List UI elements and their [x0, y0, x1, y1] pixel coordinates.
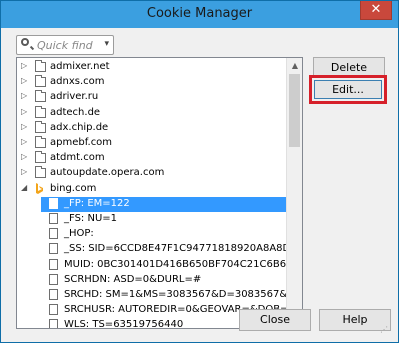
cookie-icon: [49, 319, 58, 328]
folder-icon: [35, 60, 46, 72]
cookie-label: MUID: 0BC301401D416B650BF704C21C6B67F: [64, 258, 299, 270]
chevron-down-icon[interactable]: ▾: [104, 39, 109, 49]
cookie-label: SCRHDN: ASD=0&DURL=#: [64, 273, 202, 285]
cookie-item[interactable]: _SS: SID=6CCD8E47F1C94771818920A8A8D5DB3…: [17, 242, 302, 257]
window-title: Cookie Manager: [146, 6, 253, 21]
cookie-item[interactable]: MUID: 0BC301401D416B650BF704C21C6B67F: [17, 258, 298, 273]
cookie-item[interactable]: _FP: EM=122: [41, 196, 289, 212]
domain-label: admixer.net: [50, 61, 110, 72]
title-bar: Cookie Manager ✕: [1, 1, 398, 28]
cookie-tree[interactable]: ▷ admixer.net ▷ adnxs.com ▷ adriver.ru ▷ adtech…: [16, 57, 303, 329]
cookie-label: SRCHD: SM=1&MS=3083567&D=3083567&AF=NOFO…: [64, 289, 302, 300]
domain-item[interactable]: ▷ apmebf.com: [17, 136, 287, 151]
domain-label: adriver.ru: [50, 91, 99, 103]
quick-find-placeholder: Quick find: [37, 39, 93, 52]
domain-item[interactable]: ▷ adtech.de: [17, 105, 287, 121]
folder-icon: [35, 90, 46, 103]
folder-icon: [35, 151, 46, 164]
cookie-icon: [49, 289, 58, 300]
bing-icon: [35, 182, 44, 195]
domain-label: adnxs.com: [50, 76, 105, 88]
cookie-icon: [49, 243, 58, 255]
cookie-label: WLS: TS=63519756440: [64, 319, 184, 329]
cookie-label: _SS: SID=6CCD8E47F1C94771818920A8A8D5DB3…: [64, 243, 302, 255]
scroll-up-icon[interactable]: ▲: [287, 58, 302, 74]
folder-icon: [35, 120, 46, 133]
folder-icon: [35, 136, 46, 148]
cookie-item[interactable]: SCRHDN: ASD=0&DURL=#: [17, 273, 287, 288]
domain-item[interactable]: ▷ autoupdate.opera.com: [17, 166, 287, 181]
cookie-label: _FP: EM=122: [64, 197, 130, 209]
close-button[interactable]: Close: [239, 309, 311, 331]
cookie-label: _FS: NU=1: [64, 213, 118, 224]
quick-find-input[interactable]: Quick find ▾: [16, 35, 114, 55]
window-close-button[interactable]: ✕: [360, 1, 392, 20]
domain-label: bing.com: [50, 182, 97, 194]
domain-label: apmebf.com: [50, 137, 113, 148]
domain-label: adx.chip.de: [50, 121, 109, 133]
cookie-icon: [49, 228, 58, 240]
cookie-item[interactable]: SRCHD: SM=1&MS=3083567&D=3083567&AF=NOFO…: [17, 288, 302, 303]
edit-button[interactable]: Edit...: [314, 80, 382, 99]
collapsed-arrow-icon[interactable]: ▷: [21, 61, 27, 70]
collapsed-arrow-icon[interactable]: ▷: [21, 152, 27, 161]
scrollbar-thumb[interactable]: [289, 74, 300, 147]
cookie-icon: [49, 197, 58, 209]
domain-label: autoupdate.opera.com: [50, 167, 165, 179]
cookie-icon: [49, 258, 58, 270]
domain-label: atdmt.com: [50, 152, 105, 164]
folder-icon: [35, 105, 46, 118]
cookie-icon: [49, 304, 58, 316]
cookie-manager-window: Cookie Manager ✕ Quick find ▾ ▷ admixer.n…: [0, 0, 399, 343]
domain-item[interactable]: ▷ adriver.ru: [17, 90, 287, 105]
expanded-arrow-icon[interactable]: ◢: [21, 183, 27, 192]
cookie-item[interactable]: _FS: NU=1: [17, 212, 287, 227]
tree-scrollbar[interactable]: ▲ ▼: [286, 58, 302, 328]
cookie-icon: [49, 213, 58, 224]
dialog-body: Quick find ▾ ▷ admixer.net ▷ adnxs.com ▷ adri…: [8, 28, 391, 337]
cookie-icon: [49, 273, 58, 285]
collapsed-arrow-icon[interactable]: ▷: [21, 76, 27, 85]
collapsed-arrow-icon[interactable]: ▷: [21, 122, 27, 131]
resize-grip-icon[interactable]: ⋰: [380, 325, 388, 334]
search-icon: [21, 38, 29, 46]
domain-item[interactable]: ◢ bing.com: [17, 182, 287, 197]
domain-item[interactable]: ▷ admixer.net: [17, 60, 287, 75]
domain-item[interactable]: ▷ adnxs.com: [17, 75, 287, 90]
folder-icon: [35, 75, 46, 88]
collapsed-arrow-icon[interactable]: ▷: [21, 91, 27, 100]
cookie-item[interactable]: _HOP:: [17, 227, 287, 242]
collapsed-arrow-icon[interactable]: ▷: [21, 167, 27, 176]
cookie-label: _HOP:: [64, 228, 94, 240]
domain-item[interactable]: ▷ atdmt.com: [17, 151, 287, 166]
collapsed-arrow-icon[interactable]: ▷: [21, 107, 27, 116]
edit-button-highlight: Edit...: [309, 75, 387, 104]
domain-item[interactable]: ▷ adx.chip.de: [17, 120, 287, 136]
collapsed-arrow-icon[interactable]: ▷: [21, 137, 27, 146]
domain-label: adtech.de: [50, 106, 101, 118]
folder-icon: [35, 166, 46, 179]
